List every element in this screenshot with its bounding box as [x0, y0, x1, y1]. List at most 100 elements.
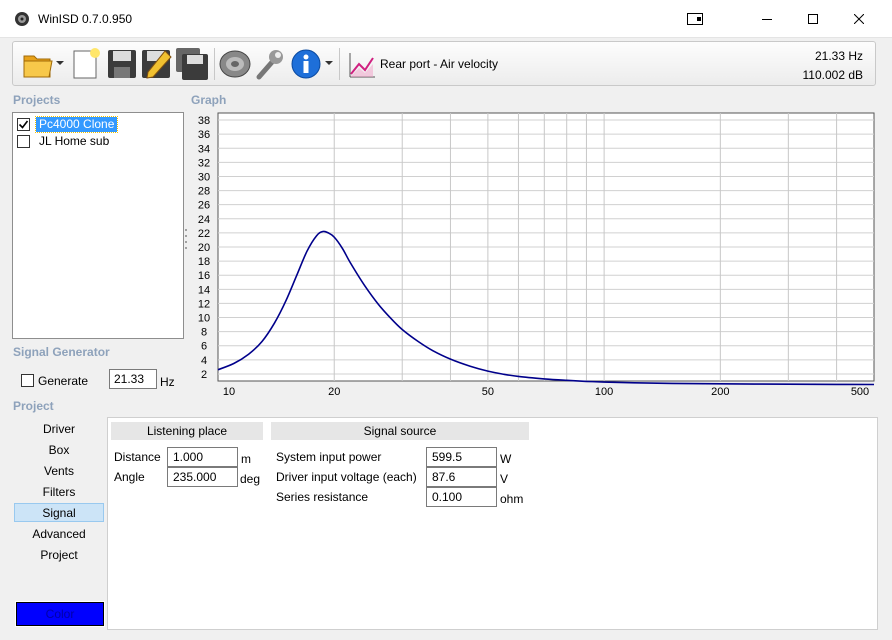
y-tick-label: 20: [198, 242, 210, 254]
y-tick-label: 8: [201, 327, 207, 339]
splitter-grip[interactable]: [184, 228, 188, 252]
system-input-power-label: System input power: [276, 450, 382, 464]
x-tick-label: 100: [595, 386, 613, 398]
x-tick-label: 10: [223, 386, 235, 398]
tab-box[interactable]: Box: [14, 441, 104, 460]
driver-input-voltage-label: Driver input voltage (each): [276, 470, 417, 484]
project-name: Pc4000 Clone: [34, 115, 119, 133]
cursor-frequency-readout: 21.33 Hz: [814, 49, 863, 63]
y-tick-label: 32: [198, 157, 210, 169]
project-item[interactable]: JL Home sub: [17, 133, 112, 149]
x-tick-label: 50: [482, 386, 494, 398]
close-button[interactable]: [836, 0, 882, 38]
series-resistance-unit: ohm: [500, 492, 524, 506]
minimize-button[interactable]: [744, 0, 790, 38]
driver-input-voltage-input[interactable]: 87.6: [426, 467, 497, 487]
y-tick-label: 26: [198, 200, 210, 212]
tablet-mode-button[interactable]: [672, 0, 718, 38]
tab-driver[interactable]: Driver: [14, 420, 104, 439]
x-tick-label: 20: [328, 386, 340, 398]
project-item[interactable]: Pc4000 Clone: [17, 115, 119, 133]
y-tick-label: 28: [198, 186, 210, 198]
y-tick-label: 4: [201, 355, 207, 367]
close-icon: [854, 14, 864, 24]
maximize-button[interactable]: [790, 0, 836, 38]
checkmark-icon: [18, 120, 29, 129]
title-bar: WinISD 0.7.0.950: [0, 0, 892, 38]
distance-input[interactable]: 1.000: [167, 447, 238, 467]
y-tick-label: 12: [198, 298, 210, 310]
signal-generator-section-label: Signal Generator: [13, 345, 110, 359]
y-tick-label: 10: [198, 313, 210, 325]
save-icon[interactable]: [105, 47, 139, 81]
generator-frequency-unit: Hz: [160, 375, 175, 389]
signal-source-header: Signal source: [271, 422, 529, 440]
distance-label: Distance: [114, 450, 161, 464]
projects-section-label: Projects: [13, 93, 61, 107]
project-section-label: Project: [13, 399, 54, 413]
toolbar: Rear port - Air velocity 21.33 Hz 110.00…: [12, 41, 876, 86]
y-tick-label: 24: [198, 214, 210, 226]
toolbar-separator: [339, 48, 340, 80]
save-all-icon[interactable]: [175, 47, 209, 81]
graph-area[interactable]: 2468101214161820222426283032343638 10 20 5…: [190, 109, 880, 399]
toolbar-separator: [214, 48, 215, 80]
system-input-power-input[interactable]: 599.5: [426, 447, 497, 467]
driver-speaker-icon[interactable]: [218, 47, 252, 81]
series-resistance-label: Series resistance: [276, 490, 369, 504]
generate-label: Generate: [38, 374, 89, 388]
info-icon[interactable]: [289, 47, 323, 81]
new-document-icon[interactable]: [69, 47, 103, 81]
tab-project[interactable]: Project: [14, 546, 104, 565]
y-tick-label: 16: [198, 270, 210, 282]
signal-tab-content: Listening place Distance 1.000 m Angle 2…: [107, 417, 878, 630]
x-tick-label: 200: [711, 386, 729, 398]
info-dropdown-icon[interactable]: [325, 59, 333, 67]
project-list: Pc4000 Clone JL Home sub: [12, 112, 184, 339]
open-folder-icon[interactable]: [21, 47, 55, 81]
angle-input[interactable]: 235.000: [167, 467, 238, 487]
cursor-level-readout: 110.002 dB: [802, 68, 864, 82]
series-resistance-input[interactable]: 0.100: [426, 487, 497, 507]
window-title: WinISD 0.7.0.950: [38, 12, 133, 26]
distance-unit: m: [241, 452, 251, 466]
generator-frequency-input[interactable]: 21.33: [109, 369, 157, 389]
tab-vents[interactable]: Vents: [14, 462, 104, 481]
tab-advanced[interactable]: Advanced: [14, 525, 104, 544]
save-as-icon[interactable]: [139, 47, 173, 81]
y-tick-label: 2: [201, 369, 207, 381]
driver-input-voltage-unit: V: [500, 472, 509, 486]
color-button[interactable]: Color: [15, 601, 105, 627]
y-tick-label: 34: [198, 143, 210, 155]
project-checkbox[interactable]: [17, 134, 30, 148]
project-tabs: Driver Box Vents Filters Signal Advanced…: [8, 417, 106, 630]
project-checkbox[interactable]: [17, 117, 30, 131]
system-input-power-unit: W: [500, 452, 512, 466]
x-tick-label: 500: [851, 386, 869, 398]
x-axis-tick-labels: 10 20 50 100 200 500: [223, 386, 869, 398]
maximize-icon: [808, 14, 818, 24]
y-tick-label: 36: [198, 129, 210, 141]
tab-filters[interactable]: Filters: [14, 483, 104, 502]
open-dropdown-icon[interactable]: [56, 59, 64, 67]
graph-mode-label[interactable]: Rear port - Air velocity: [380, 57, 498, 71]
graph-chart-icon[interactable]: [347, 50, 377, 80]
generate-checkbox[interactable]: [21, 374, 34, 387]
minimize-icon: [762, 19, 772, 20]
tab-signal[interactable]: Signal: [14, 503, 104, 522]
wrench-screwdriver-icon[interactable]: [253, 47, 287, 81]
y-tick-label: 38: [198, 115, 210, 127]
y-tick-label: 18: [198, 256, 210, 268]
tablet-icon: [687, 13, 703, 25]
y-tick-label: 30: [198, 171, 210, 183]
y-tick-label: 14: [198, 284, 210, 296]
listening-place-header: Listening place: [111, 422, 263, 440]
angle-label: Angle: [114, 470, 145, 484]
project-name: JL Home sub: [39, 133, 110, 148]
graph-section-label: Graph: [191, 93, 227, 107]
y-axis-tick-labels: 2468101214161820222426283032343638: [198, 115, 210, 381]
y-tick-label: 6: [201, 341, 207, 353]
app-icon: [15, 12, 29, 26]
angle-unit: deg: [240, 472, 261, 486]
y-tick-label: 22: [198, 228, 210, 240]
